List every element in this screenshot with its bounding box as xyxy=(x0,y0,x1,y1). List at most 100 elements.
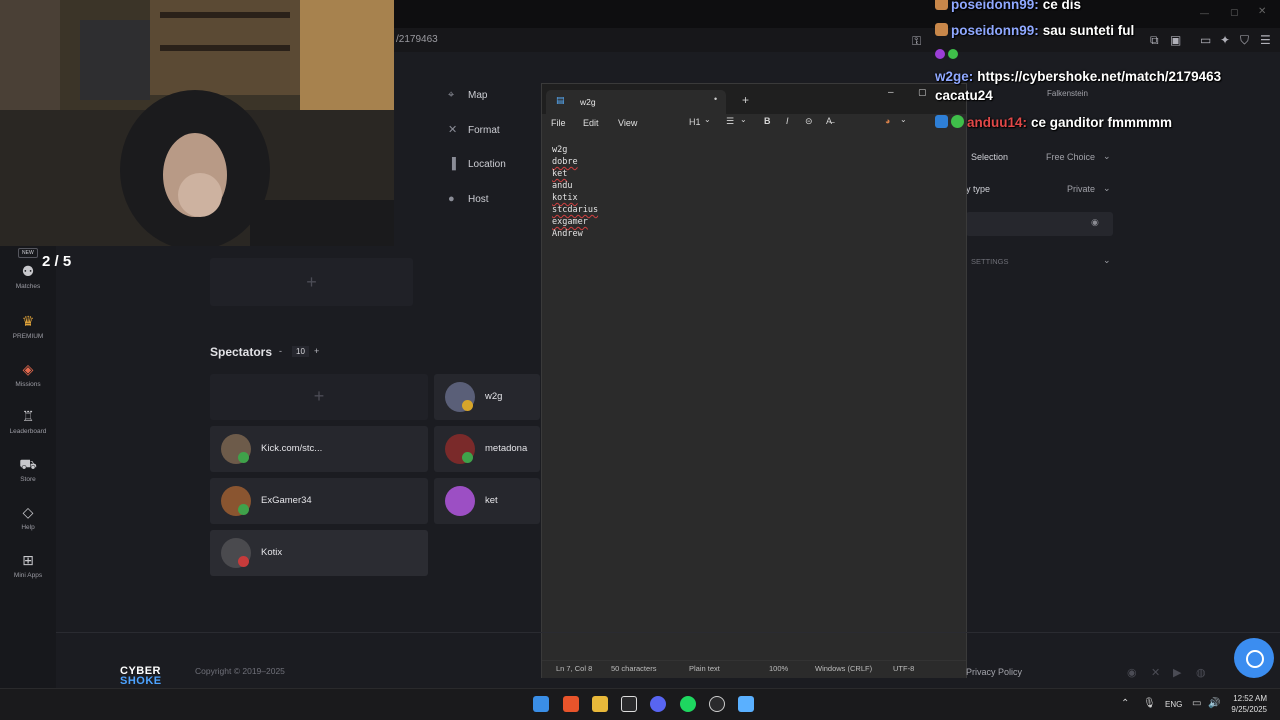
spectator-card[interactable]: w2g xyxy=(434,374,540,420)
chevron-up-icon[interactable]: ⌃ xyxy=(1121,698,1129,709)
selection-value[interactable]: Free Choice xyxy=(1046,152,1095,162)
capcut-icon[interactable] xyxy=(621,696,637,712)
status-encoding[interactable]: UTF-8 xyxy=(893,664,914,673)
notepad-window[interactable]: ▤ w2g • + – ▢ File Edit View H1 ⌄ ☰ ⌄ B … xyxy=(541,83,967,678)
support-chat-icon[interactable] xyxy=(1234,638,1274,678)
list-icon[interactable]: ☰ xyxy=(726,116,734,127)
status-format[interactable]: Plain text xyxy=(689,664,720,673)
window-minimize-icon[interactable]: — xyxy=(1200,8,1209,18)
new-tab-icon[interactable]: + xyxy=(742,93,749,107)
help-icon: ◇ xyxy=(22,504,34,520)
nav-label: PREMIUM xyxy=(12,333,44,340)
chevron-down-icon[interactable]: ⌄ xyxy=(1103,255,1111,266)
key-icon[interactable]: ⚿ xyxy=(912,34,921,49)
spectator-slot-empty[interactable]: + xyxy=(210,374,428,420)
wallet-icon[interactable]: ▭ xyxy=(1200,33,1211,47)
nav-store[interactable]: ⛟ Store xyxy=(0,455,56,483)
steam-app-icon[interactable] xyxy=(709,696,725,712)
network-icon[interactable]: ▭ xyxy=(1192,698,1201,709)
eye-icon[interactable]: ◉ xyxy=(1091,217,1099,228)
window-close-icon[interactable]: ✕ xyxy=(1258,6,1266,17)
nav-mini-apps[interactable]: ⊞ Mini Apps xyxy=(0,551,56,579)
cart-icon: ⛟ xyxy=(19,456,37,472)
text-line: Andrew xyxy=(552,229,583,239)
location-value[interactable]: Falkenstein xyxy=(1047,89,1088,98)
address-url[interactable]: /2179463 xyxy=(396,34,438,45)
nav-leaderboard[interactable]: ♖ Leaderboard xyxy=(0,407,56,435)
mic-badge-icon xyxy=(935,49,945,59)
spotify-icon[interactable] xyxy=(680,696,696,712)
settings-section[interactable]: SETTINGS xyxy=(971,257,1009,266)
unsaved-dot-icon[interactable]: • xyxy=(714,94,717,104)
menu-view[interactable]: View xyxy=(618,118,637,128)
chat-text: https://cybershoke.net/match/2179463 xyxy=(977,69,1222,84)
nav-premium[interactable]: ♛ PREMIUM xyxy=(0,312,56,340)
spectator-card[interactable]: ExGamer34 xyxy=(210,478,428,524)
leo-ai-icon[interactable]: ✦ xyxy=(1220,33,1230,47)
clock[interactable]: 12:52 AM 9/25/2025 xyxy=(1225,693,1267,715)
heading-select[interactable]: H1 xyxy=(689,117,701,127)
notepad-editor[interactable]: w2g dobre ket andu kotix stcdarius exgam… xyxy=(552,144,598,240)
steam-icon[interactable]: ◍ xyxy=(1196,666,1206,679)
menu-icon[interactable]: ☰ xyxy=(1260,33,1271,47)
menu-item-map[interactable]: ⌖ Map xyxy=(448,89,487,102)
discord-app-icon[interactable] xyxy=(650,696,666,712)
level-badge xyxy=(462,400,473,411)
bold-icon[interactable]: B xyxy=(764,116,771,126)
menu-file[interactable]: File xyxy=(551,118,566,128)
link-icon[interactable]: ⊝ xyxy=(805,116,813,127)
window-maximize-icon[interactable]: ▢ xyxy=(1230,7,1239,18)
youtube-icon[interactable]: ▶ xyxy=(1173,666,1181,679)
menu-item-format[interactable]: ✕ Format xyxy=(448,123,500,136)
nav-help[interactable]: ◇ Help xyxy=(0,503,56,531)
spectators-decrease-button[interactable]: - xyxy=(279,346,282,356)
input-language[interactable]: ENG xyxy=(1165,700,1182,709)
brave-icon[interactable] xyxy=(563,696,579,712)
menu-item-location[interactable]: ▐ Location xyxy=(448,158,506,170)
chevron-down-icon[interactable]: ⌄ xyxy=(740,115,747,124)
nav-label: Help xyxy=(21,524,35,531)
window-minimize-icon[interactable]: – xyxy=(888,87,894,98)
italic-icon[interactable]: I xyxy=(786,116,789,126)
windows-start-icon[interactable] xyxy=(533,696,549,712)
spectators-increase-button[interactable]: + xyxy=(314,346,319,356)
spectator-card[interactable]: Kick.com/stc... xyxy=(210,426,428,472)
file-explorer-icon[interactable] xyxy=(592,696,608,712)
webcam-overlay xyxy=(0,0,394,246)
chevron-down-icon[interactable]: ⌄ xyxy=(1103,183,1111,194)
spectator-card[interactable]: Kotix xyxy=(210,530,428,576)
spectator-card[interactable]: ket xyxy=(434,478,540,524)
site-logo[interactable]: CYBER SHOKE xyxy=(120,666,162,687)
address-bar[interactable] xyxy=(394,28,1280,52)
chat-message: cacatu24 xyxy=(935,88,993,103)
chevron-down-icon[interactable]: ⌄ xyxy=(900,115,907,124)
microphone-icon[interactable]: 🎙 xyxy=(1143,698,1156,709)
copilot-icon[interactable]: ◕ xyxy=(885,116,890,126)
sidebar-icon[interactable]: ▣ xyxy=(1170,33,1181,47)
window-maximize-icon[interactable]: ▢ xyxy=(918,87,927,98)
notepad-tab[interactable]: ▤ w2g • xyxy=(546,90,726,114)
status-line-ending[interactable]: Windows (CRLF) xyxy=(815,664,872,673)
privacy-policy-link[interactable]: Privacy Policy xyxy=(966,667,1022,677)
menu-item-host[interactable]: ● Host xyxy=(448,193,489,205)
discord-icon[interactable]: ◉ xyxy=(1127,666,1137,679)
chevron-down-icon[interactable]: ⌄ xyxy=(704,115,711,124)
vpn-shield-icon[interactable]: ⛉ xyxy=(1240,33,1249,48)
spectator-card[interactable]: metadona xyxy=(434,426,540,472)
status-zoom[interactable]: 100% xyxy=(769,664,788,673)
clear-format-icon[interactable]: A̶ xyxy=(826,116,832,126)
chat-message: anduu14: ce ganditor fmmmmm xyxy=(935,115,1172,130)
chevron-down-icon[interactable]: ⌄ xyxy=(1103,151,1111,162)
lobby-type-value[interactable]: Private xyxy=(1067,184,1095,194)
clock-date: 9/25/2025 xyxy=(1231,705,1267,714)
text-line: exgamer xyxy=(552,217,588,227)
nav-missions[interactable]: ◈ Missions xyxy=(0,360,56,388)
volume-icon[interactable]: 🔊 xyxy=(1208,698,1220,709)
extensions-icon[interactable]: ⧉ xyxy=(1150,33,1159,48)
notepad-app-icon[interactable] xyxy=(738,696,754,712)
x-icon[interactable]: ✕ xyxy=(1151,666,1160,679)
team-slot-empty[interactable]: + xyxy=(210,258,413,306)
nav-label: Mini Apps xyxy=(13,572,43,579)
text-line: stcdarius xyxy=(552,205,599,215)
menu-edit[interactable]: Edit xyxy=(583,118,599,128)
